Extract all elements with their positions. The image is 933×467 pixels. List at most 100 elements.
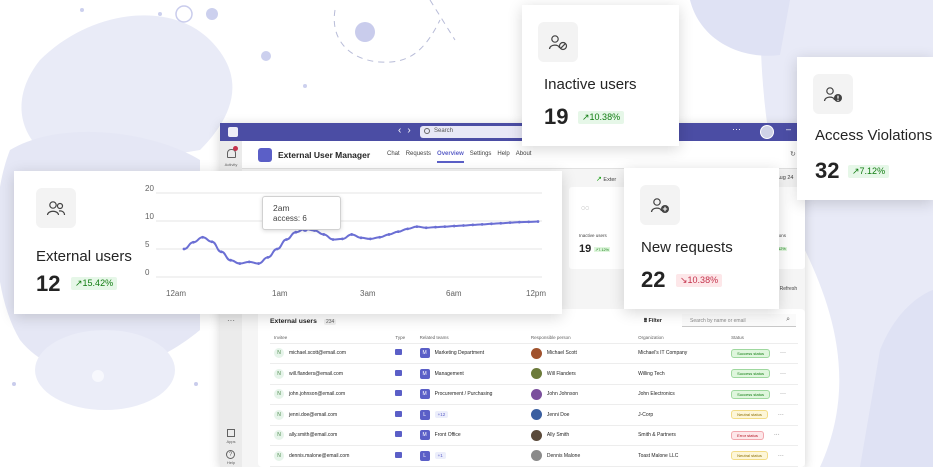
tab-help[interactable]: Help (497, 151, 509, 157)
status-badge: Success status (731, 389, 771, 399)
external-link[interactable]: ↗ Exter (596, 175, 616, 183)
data-point[interactable] (517, 220, 521, 224)
tab-settings[interactable]: Settings (470, 151, 492, 157)
table-row[interactable]: Nmichael.scott@email.com M Marketing Depar… (270, 343, 798, 364)
row-more-options-icon[interactable]: ··· (780, 371, 786, 377)
related-teams-cell: L +12 (415, 404, 527, 426)
data-point[interactable] (359, 236, 363, 240)
row-more-options-icon[interactable]: ··· (778, 453, 784, 459)
data-point[interactable] (285, 238, 288, 241)
person-avatar (530, 450, 542, 462)
data-point[interactable] (434, 225, 437, 229)
table-row[interactable]: Njenni.doe@email.com L +12 Jenni Doe J-Corp N… (270, 404, 798, 426)
column-header-type[interactable]: Type (391, 333, 416, 344)
data-point[interactable] (462, 224, 465, 227)
organization-cell: John Electronics (634, 384, 728, 405)
new-requests-delta: ↘10.38% (676, 274, 723, 287)
data-point[interactable] (536, 220, 540, 223)
data-point[interactable] (322, 233, 326, 236)
data-point[interactable] (480, 222, 484, 226)
column-header-responsible-person[interactable]: Responsible person (526, 333, 635, 344)
tab-about[interactable]: About (516, 151, 532, 157)
column-header-invitee[interactable]: Invitee (270, 333, 392, 344)
minimize-icon[interactable]: – (786, 124, 791, 134)
card-icon-box (36, 188, 76, 228)
data-point[interactable] (182, 247, 186, 251)
filter-button[interactable]: ⩩ Filter (644, 318, 662, 325)
organization-cell: Willing Tech (634, 363, 728, 385)
row-more-options-icon[interactable]: ··· (778, 412, 784, 418)
x-tick-label: 3am (360, 289, 376, 298)
table-row[interactable]: Nally.smith@email.com M Front Office Ally S… (270, 425, 798, 446)
data-point[interactable] (331, 238, 335, 241)
data-point[interactable] (406, 227, 409, 231)
data-point[interactable] (201, 235, 205, 239)
tab-overview[interactable]: Overview (437, 151, 464, 163)
type-cell (391, 363, 416, 385)
invitee-cell: Ndennis.malone@email.com (270, 445, 392, 467)
reload-icon[interactable]: ↻ (790, 150, 796, 158)
y-tick-label: 20 (145, 184, 154, 193)
data-point[interactable] (499, 221, 503, 225)
data-point[interactable] (238, 262, 242, 265)
data-point[interactable] (527, 220, 531, 224)
data-point[interactable] (219, 250, 223, 254)
data-point[interactable] (210, 240, 214, 244)
notification-badge (233, 146, 238, 151)
organization-cell: J-Corp (634, 404, 728, 426)
back-forward-arrows-icon[interactable]: ‹› (398, 125, 417, 136)
data-point[interactable] (396, 230, 400, 234)
data-point[interactable] (368, 237, 372, 241)
row-more-options-icon[interactable]: ··· (774, 432, 780, 438)
table-row[interactable]: Njohn.johnson@email.com M Procurement / Pu… (270, 384, 798, 405)
data-point[interactable] (508, 221, 512, 225)
data-point[interactable] (257, 262, 260, 265)
tooltip-time: 2am (273, 203, 290, 213)
data-point[interactable] (266, 256, 270, 259)
team-avatar: L (419, 409, 430, 420)
person-avatar (530, 388, 542, 400)
rail-activity-label: Activity (224, 162, 238, 167)
data-point[interactable] (452, 224, 456, 228)
user-avatar[interactable] (760, 125, 774, 139)
responsible-person-cell: John Johnson (526, 384, 635, 405)
row-more-options-icon[interactable]: ··· (780, 350, 786, 356)
data-point[interactable] (191, 240, 195, 244)
data-point[interactable] (424, 226, 428, 230)
data-point[interactable] (350, 233, 354, 236)
user-search-input[interactable]: Search by name or email ⌕ (682, 314, 796, 327)
row-more-options-icon[interactable]: ··· (780, 391, 786, 397)
data-point[interactable] (415, 225, 419, 228)
invitee-email: jenni.doe@email.com (289, 411, 338, 418)
table-row[interactable]: Ndennis.malone@email.com L +1 Dennis Malone… (270, 445, 798, 467)
users-icon: ◌◌ (581, 205, 590, 212)
y-tick-label: 0 (145, 268, 150, 277)
column-header-organization[interactable]: Organization (634, 333, 728, 344)
apps-icon[interactable] (227, 429, 235, 437)
data-point[interactable] (275, 247, 279, 251)
data-point[interactable] (378, 235, 382, 239)
data-point[interactable] (471, 223, 475, 227)
tab-requests[interactable]: Requests (406, 151, 431, 157)
y-tick-label: 5 (145, 240, 150, 249)
tab-chat[interactable]: Chat (387, 151, 400, 157)
mini-inactive-value: 19 (579, 243, 592, 255)
external-users-panel: External users 234 ⩩ Filter Search by na… (258, 309, 805, 467)
data-point[interactable] (247, 260, 251, 264)
team-name[interactable]: +12 (434, 411, 449, 419)
data-point[interactable] (294, 230, 298, 234)
invitee-email: john.johnson@email.com (289, 391, 346, 398)
table-row[interactable]: Nwill.flanders@email.com M Management Will … (270, 363, 798, 385)
data-point[interactable] (340, 237, 344, 241)
data-point[interactable] (387, 233, 391, 236)
data-point[interactable] (490, 222, 493, 226)
team-name[interactable]: +1 (434, 452, 446, 460)
column-header-related-teams[interactable]: Related teams (415, 333, 527, 344)
help-icon[interactable]: ? (226, 450, 235, 459)
column-header-status[interactable]: Status (727, 333, 798, 344)
data-point[interactable] (443, 225, 447, 228)
data-point[interactable] (229, 258, 232, 262)
more-options-icon[interactable]: ··· (732, 124, 741, 134)
person-avatar (530, 409, 542, 421)
rail-more-icon[interactable]: ··· (227, 316, 235, 325)
